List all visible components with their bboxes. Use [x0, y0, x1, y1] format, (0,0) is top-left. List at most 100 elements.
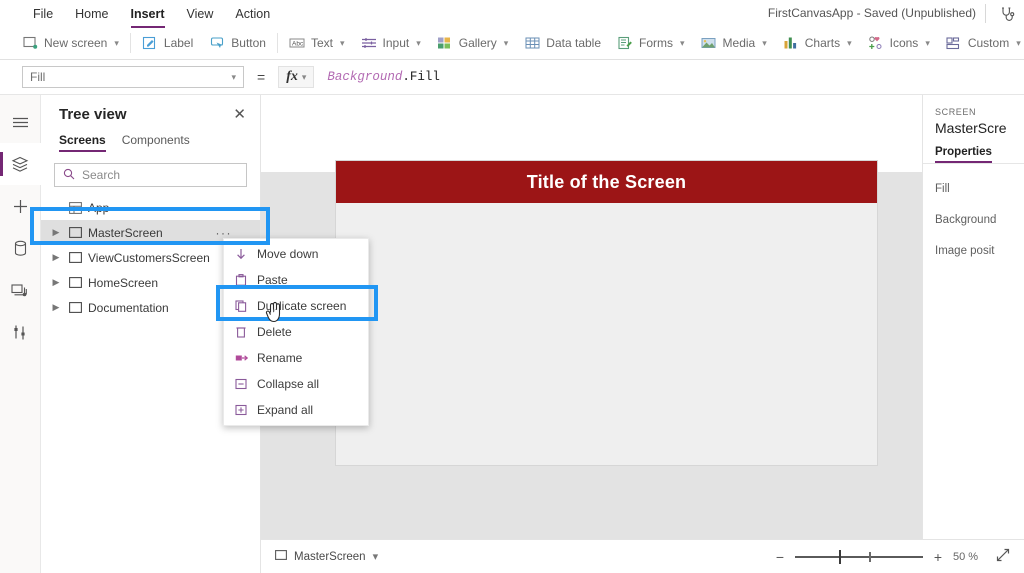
context-menu-paste[interactable]: Paste: [224, 267, 368, 293]
tree-item-label: ViewCustomersScreen: [88, 250, 210, 265]
chevron-right-icon[interactable]: ▶: [47, 302, 65, 313]
ribbon-forms[interactable]: Forms ▾: [609, 31, 693, 55]
ribbon-separator: [129, 33, 131, 53]
duplicate-icon: [234, 299, 248, 313]
formula-input[interactable]: Background .Fill: [314, 66, 1024, 88]
chevron-down-icon: ▾: [231, 71, 236, 82]
ribbon-data-table-label: Data table: [546, 36, 601, 50]
screen-icon: [65, 252, 85, 263]
context-menu-delete[interactable]: Delete: [224, 319, 368, 345]
fx-button[interactable]: fx ▾: [278, 66, 315, 88]
media-library-icon[interactable]: [0, 269, 41, 311]
close-icon[interactable]: ✕: [233, 107, 246, 122]
context-menu-expand-all[interactable]: Expand all: [224, 397, 368, 423]
ribbon-gallery[interactable]: Gallery ▾: [429, 31, 517, 55]
context-menu-label: Delete: [257, 325, 292, 339]
ribbon-icons[interactable]: Icons ▾: [860, 31, 938, 55]
properties-divider: [923, 163, 1024, 164]
properties-panel: SCREEN MasterScre Properties Fill Backgr…: [922, 95, 1024, 539]
chevron-down-icon: ▾: [680, 37, 685, 48]
ribbon-custom[interactable]: Custom ▾: [938, 31, 1024, 55]
context-menu-move-down[interactable]: Move down: [224, 241, 368, 267]
context-menu-duplicate-screen[interactable]: Duplicate screen: [224, 293, 368, 319]
ribbon-custom-label: Custom: [967, 36, 1010, 50]
ribbon-new-screen[interactable]: New screen ▾: [14, 31, 127, 55]
screen-icon: [65, 302, 85, 313]
tree-view-header: Tree view ✕: [41, 95, 260, 129]
ribbon-charts[interactable]: Charts ▾: [775, 31, 860, 55]
chevron-right-icon[interactable]: ▶: [47, 277, 65, 288]
ribbon-button[interactable]: Button: [201, 31, 274, 55]
property-field-image-position[interactable]: Image posit: [935, 245, 1024, 257]
tree-item-app[interactable]: App: [41, 195, 260, 220]
chevron-down-icon: ▾: [503, 37, 509, 48]
screen-icon: [275, 550, 287, 563]
ribbon-text[interactable]: Abc Text ▾: [281, 31, 353, 55]
formula-bar: Fill ▾ = fx ▾ Background .Fill: [0, 60, 1024, 95]
menu-item-action[interactable]: Action: [224, 3, 281, 25]
context-menu-label: Duplicate screen: [257, 299, 347, 313]
tree-item-label: Documentation: [88, 300, 169, 315]
menu-item-view[interactable]: View: [176, 3, 225, 25]
tab-components[interactable]: Components: [122, 133, 190, 152]
context-menu-label: Paste: [257, 273, 288, 287]
property-field-fill[interactable]: Fill: [935, 183, 1024, 195]
status-screen-selector[interactable]: MasterScreen ▾: [261, 550, 378, 563]
context-menu-label: Rename: [257, 351, 303, 365]
variables-icon[interactable]: [0, 311, 41, 353]
menu-item-home[interactable]: Home: [64, 3, 119, 25]
ribbon-gallery-label: Gallery: [458, 36, 497, 50]
app-status-label: FirstCanvasApp - Saved (Unpublished): [767, 6, 976, 20]
media-icon: [701, 35, 717, 51]
charts-icon: [783, 35, 799, 51]
zoom-slider-thumb[interactable]: [839, 549, 841, 564]
zoom-slider[interactable]: [795, 549, 923, 564]
ribbon-button-text: Button: [231, 36, 266, 50]
ribbon-input[interactable]: Input ▾: [353, 31, 429, 55]
context-menu-label: Collapse all: [257, 377, 320, 391]
input-icon: [361, 35, 377, 51]
chevron-down-icon: ▾: [1016, 37, 1021, 48]
data-sources-icon[interactable]: [0, 227, 41, 269]
chevron-down-icon: ▾: [114, 37, 119, 48]
screen-icon: [65, 227, 85, 238]
hamburger-menu-icon[interactable]: [0, 101, 41, 143]
context-menu-label: Move down: [257, 247, 319, 261]
chevron-down-icon: ▾: [416, 37, 421, 48]
menu-item-insert[interactable]: Insert: [120, 3, 176, 28]
ribbon-media[interactable]: Media ▾: [693, 31, 775, 55]
app-screen-canvas[interactable]: Title of the Screen: [335, 160, 878, 466]
screen-context-menu: Move down Paste Duplicate screen Delete …: [223, 238, 369, 426]
property-field-background[interactable]: Background: [935, 214, 1024, 226]
screen-title-label[interactable]: Title of the Screen: [336, 161, 877, 203]
zoom-out-button[interactable]: −: [774, 549, 786, 565]
zoom-in-button[interactable]: +: [932, 549, 944, 565]
svg-text:Abc: Abc: [292, 41, 304, 48]
chevron-right-icon[interactable]: ▶: [47, 252, 65, 263]
property-select[interactable]: Fill ▾: [22, 66, 244, 88]
tab-properties[interactable]: Properties: [935, 146, 992, 163]
context-menu-rename[interactable]: Rename: [224, 345, 368, 371]
chevron-down-icon: ▾: [762, 37, 767, 48]
chevron-down-icon[interactable]: ▾: [373, 550, 379, 563]
search-input[interactable]: Search: [54, 163, 247, 187]
tree-item-label: HomeScreen: [88, 275, 159, 290]
ribbon-separator-2: [276, 33, 278, 53]
ribbon-label[interactable]: Label: [134, 31, 201, 55]
stethoscope-icon[interactable]: [994, 4, 1020, 24]
collapse-all-icon: [234, 377, 248, 391]
ribbon-data-table[interactable]: Data table: [516, 31, 609, 55]
fit-to-screen-icon[interactable]: [996, 548, 1010, 565]
chevron-right-icon[interactable]: ▶: [47, 227, 65, 238]
insert-ribbon: New screen ▾ Label Button Abc Text ▾ Inp…: [0, 27, 1024, 60]
menu-item-file[interactable]: File: [22, 3, 64, 25]
ribbon-label-text: Label: [163, 36, 194, 50]
insert-add-icon[interactable]: [0, 185, 41, 227]
menu-bar: File Home Insert View Action FirstCanvas…: [0, 0, 1024, 28]
tab-screens[interactable]: Screens: [59, 133, 106, 152]
ribbon-charts-label: Charts: [804, 36, 841, 50]
ribbon-icons-label: Icons: [889, 36, 919, 50]
context-menu-collapse-all[interactable]: Collapse all: [224, 371, 368, 397]
tree-view-icon[interactable]: [0, 143, 41, 185]
menu-items: File Home Insert View Action: [0, 3, 281, 28]
